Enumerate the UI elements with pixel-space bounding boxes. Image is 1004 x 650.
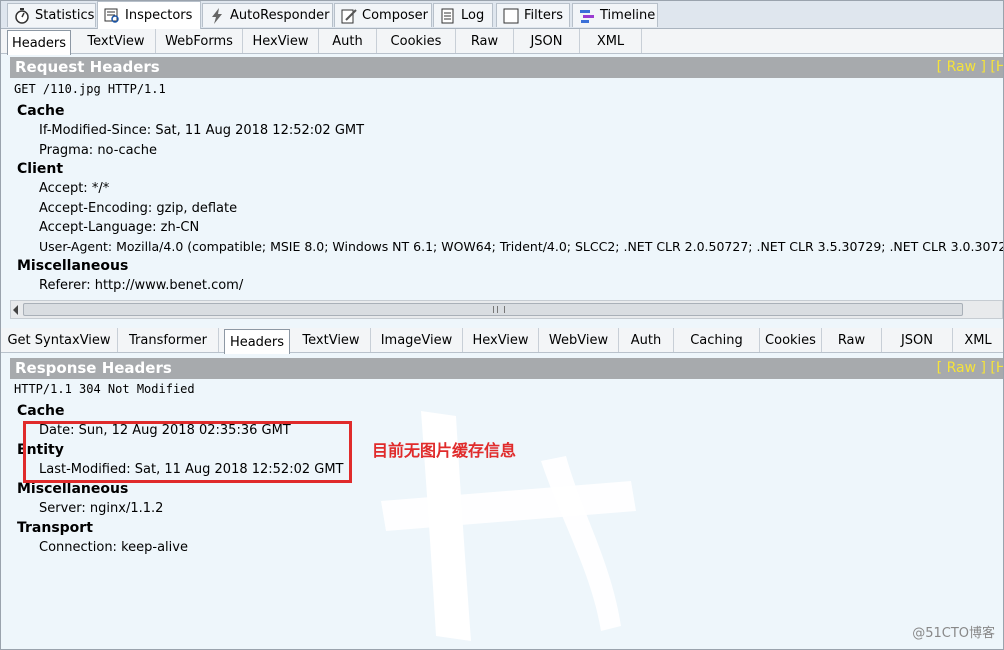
header-accept-language[interactable]: Accept-Language: zh-CN [39,220,199,235]
tab-autoresponder[interactable]: AutoResponder [202,3,333,27]
response-tab-webview[interactable]: WebView [539,328,619,352]
inspect-icon [104,8,120,24]
response-tab-xml[interactable]: XML [953,328,1003,352]
response-headers-title: Response Headers [ Raw ] [He [10,358,1003,379]
group-miscellaneous[interactable]: Miscellaneous [17,258,128,274]
request-headers-title: Request Headers [ Raw ] [He [10,57,1003,78]
annotation-text: 目前无图片缓存信息 [372,441,517,460]
group-transport[interactable]: Transport [17,520,93,536]
request-tab-auth[interactable]: Auth [319,29,377,53]
header-accept[interactable]: Accept: */* [39,181,109,196]
response-tab-raw[interactable]: Raw [822,328,882,352]
grip-icon [493,306,505,313]
header-pragma[interactable]: Pragma: no-cache [39,143,157,158]
response-tab-textview[interactable]: TextView [292,328,371,352]
header-server[interactable]: Server: nginx/1.1.2 [39,501,163,516]
group-client[interactable]: Client [17,161,63,177]
status-line: HTTP/1.1 304 Not Modified [14,382,195,396]
response-tab-syntaxview[interactable]: Get SyntaxView [1,328,118,352]
request-tab-json[interactable]: JSON [514,29,580,53]
tab-label: Inspectors [125,8,193,23]
header-if-modified-since[interactable]: If-Modified-Since: Sat, 11 Aug 2018 12:5… [39,123,364,138]
tab-composer[interactable]: Composer [334,3,432,27]
request-tab-cookies[interactable]: Cookies [377,29,456,53]
scrollbar-thumb[interactable] [23,303,963,316]
tab-log[interactable]: Log [433,3,493,27]
request-tab-xml[interactable]: XML [580,29,642,53]
request-tab-webforms[interactable]: WebForms [156,29,243,53]
raw-header-links[interactable]: [ Raw ] [He [937,358,1003,379]
response-tab-auth[interactable]: Auth [619,328,674,352]
raw-header-links[interactable]: [ Raw ] [He [937,57,1003,78]
compose-icon [341,8,357,24]
timeline-icon [579,8,595,24]
lightning-icon [209,7,225,24]
tab-statistics[interactable]: Statistics [7,3,96,27]
request-line: GET /110.jpg HTTP/1.1 [14,82,166,96]
tab-label: Filters [524,8,563,23]
tab-inspectors[interactable]: Inspectors [97,1,201,29]
response-tab-bar: Get SyntaxView Transformer Headers TextV… [1,328,1003,354]
fiddler-window: Statistics Inspectors AutoResponder Comp… [0,0,1004,650]
checkbox-icon [503,8,519,24]
response-tab-transformer[interactable]: Transformer [118,328,219,352]
group-miscellaneous[interactable]: Miscellaneous [17,481,128,497]
log-icon [440,8,456,24]
tab-timeline[interactable]: Timeline [572,3,658,27]
panel-title: Response Headers [15,359,172,377]
response-tab-hexview[interactable]: HexView [463,328,539,352]
main-tab-bar: Statistics Inspectors AutoResponder Comp… [1,1,1003,29]
header-referer[interactable]: Referer: http://www.benet.com/ [39,278,243,293]
group-cache[interactable]: Cache [17,403,64,419]
group-cache[interactable]: Cache [17,103,64,119]
tab-filters[interactable]: Filters [496,3,570,27]
stopwatch-icon [14,7,30,24]
response-tab-headers[interactable]: Headers [224,329,290,354]
request-tab-bar: Headers TextView WebForms HexView Auth C… [1,29,1003,55]
header-user-agent[interactable]: User-Agent: Mozilla/4.0 (compatible; MSI… [39,239,1003,254]
request-headers-panel: Request Headers [ Raw ] [He GET /110.jpg… [10,57,1003,299]
tab-label: Composer [362,8,429,23]
request-tab-raw[interactable]: Raw [456,29,514,53]
watermark: @51CTO博客 [912,626,995,641]
tab-label: Statistics [35,8,95,23]
response-tab-json[interactable]: JSON [882,328,953,352]
tab-label: Timeline [600,8,656,23]
header-connection[interactable]: Connection: keep-alive [39,540,188,555]
response-tab-caching[interactable]: Caching [674,328,760,352]
tab-label: Log [461,8,485,23]
tab-label: AutoResponder [230,8,330,23]
highlight-box [23,421,352,483]
response-tab-imageview[interactable]: ImageView [371,328,463,352]
header-accept-encoding[interactable]: Accept-Encoding: gzip, deflate [39,201,237,216]
request-tab-hexview[interactable]: HexView [243,29,319,53]
scroll-left-arrow-icon[interactable] [13,305,18,315]
response-tab-cookies[interactable]: Cookies [760,328,822,352]
request-tab-textview[interactable]: TextView [77,29,156,53]
horizontal-scrollbar[interactable] [10,300,1003,319]
panel-title: Request Headers [15,58,160,76]
request-tab-headers[interactable]: Headers [7,30,71,55]
